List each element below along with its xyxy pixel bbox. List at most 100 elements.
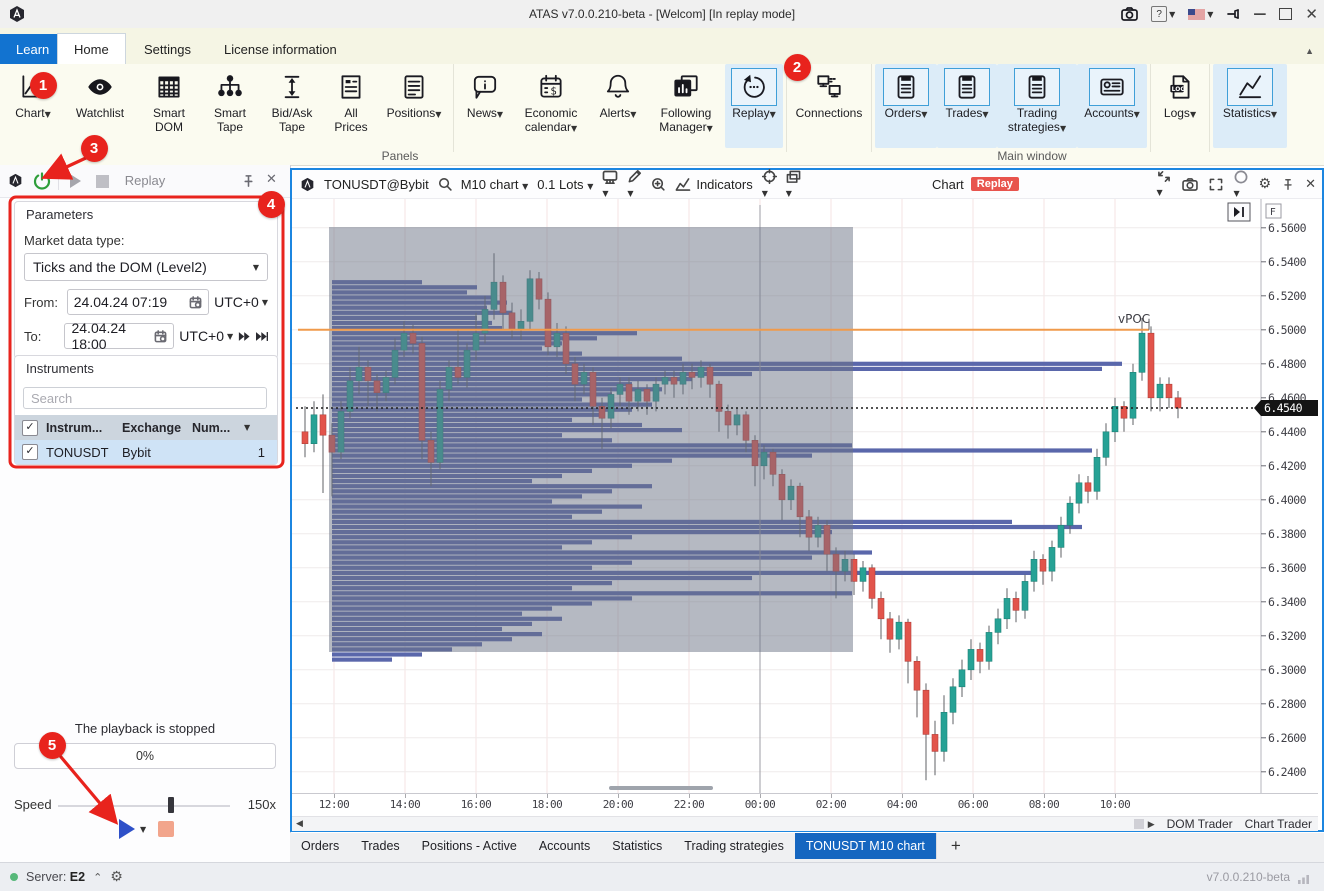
tab-learn[interactable]: Learn: [0, 34, 65, 64]
chart-button[interactable]: Chart▼: [4, 64, 62, 148]
fullscreen-icon[interactable]: [1209, 178, 1223, 191]
bottom-tab-tonusdt-m10-chart[interactable]: TONUSDT M10 chart: [795, 833, 936, 859]
to-timezone-value: UTC+0: [179, 328, 224, 344]
to-timezone-select[interactable]: UTC+0▼: [179, 328, 233, 344]
close-panel-icon[interactable]: ✕: [266, 172, 277, 187]
close-chart-icon[interactable]: ✕: [1305, 177, 1316, 192]
pin-window-icon[interactable]: [1226, 7, 1240, 21]
dom-trader-button[interactable]: DOM Trader: [1167, 817, 1233, 831]
screenshot-icon[interactable]: [1121, 7, 1138, 21]
economic-calendar-button[interactable]: $ Economic calendar▼: [513, 64, 589, 148]
trading-strategies-button[interactable]: Trading strategies▼: [997, 64, 1077, 148]
alerts-button[interactable]: Alerts▼: [589, 64, 647, 148]
chart-settings-gear-icon[interactable]: ⚙: [1259, 176, 1272, 192]
trader-mode-box-icon[interactable]: [1134, 819, 1144, 829]
column-instrument[interactable]: Instrum...: [46, 421, 122, 435]
zoom-in-button[interactable]: [651, 177, 666, 192]
draw-tool-button[interactable]: ▼: [627, 169, 642, 199]
bottom-tab-trades[interactable]: Trades: [350, 833, 410, 859]
collapse-ribbon-icon[interactable]: ▲: [1305, 46, 1314, 56]
calendar-icon[interactable]: [189, 296, 202, 309]
instrument-checkbox[interactable]: ✓: [22, 444, 38, 460]
scroll-left-icon[interactable]: ◀: [296, 818, 303, 829]
market-data-type-select[interactable]: Ticks and the DOM (Level2)▼: [24, 253, 268, 281]
all-prices-button[interactable]: All Prices: [324, 64, 378, 148]
skip-forward-icon[interactable]: [238, 331, 250, 342]
orders-button[interactable]: Orders▼: [875, 64, 937, 148]
chart-screenshot-icon[interactable]: [1182, 178, 1198, 191]
statistics-button[interactable]: Statistics▼: [1213, 64, 1287, 148]
server-collapse-icon[interactable]: ⌃: [93, 871, 102, 884]
column-number[interactable]: Num...: [192, 421, 244, 435]
chart-scrollbar-row[interactable]: ◀ ▶ DOM Trader Chart Trader: [292, 816, 1318, 831]
positions-button[interactable]: Positions▼: [378, 64, 450, 148]
chart-trader-button[interactable]: Chart Trader: [1245, 817, 1312, 831]
calendar-icon[interactable]: [154, 330, 167, 343]
playback-stop-button[interactable]: [158, 821, 174, 837]
pin-chart-icon[interactable]: [1282, 178, 1294, 191]
smart-dom-button[interactable]: Smart DOM: [138, 64, 200, 148]
time-axis[interactable]: 12:0014:0016:0018:0020:0022:0000:0002:00…: [292, 793, 1318, 816]
column-exchange[interactable]: Exchange: [122, 421, 192, 435]
bottom-tab-positions-active[interactable]: Positions - Active: [411, 833, 528, 859]
playback-progress-bar[interactable]: 0%: [14, 743, 276, 769]
indicators-button[interactable]: Indicators: [675, 177, 752, 192]
bottom-tab-statistics[interactable]: Statistics: [601, 833, 673, 859]
trades-button[interactable]: Trades▼: [937, 64, 997, 148]
bottom-tab-trading-strategies[interactable]: Trading strategies: [673, 833, 795, 859]
bottom-tab-orders[interactable]: Orders: [290, 833, 350, 859]
bid-ask-tape-button[interactable]: Bid/Ask Tape: [260, 64, 324, 148]
chart-symbol[interactable]: TONUSDT@Bybit: [324, 177, 429, 192]
watchlist-button[interactable]: Watchlist: [62, 64, 138, 148]
instrument-row[interactable]: ✓ TONUSDT Bybit 1: [15, 440, 277, 464]
instrument-search-input[interactable]: [23, 387, 267, 409]
pin-panel-icon[interactable]: [242, 174, 255, 188]
news-button[interactable]: News▼: [457, 64, 513, 148]
playback-play-button[interactable]: [117, 818, 136, 840]
timeframe-select[interactable]: M10 chart ▼: [461, 177, 529, 192]
trader-expand-icon[interactable]: ▶: [1148, 819, 1155, 830]
close-window-icon[interactable]: ✕: [1305, 5, 1318, 23]
svg-text:6.5400: 6.5400: [1268, 255, 1307, 269]
speed-slider-track[interactable]: [58, 805, 230, 807]
theme-circle-button[interactable]: ▼: [1234, 170, 1248, 199]
from-timezone-value: UTC+0: [214, 294, 259, 310]
tab-license-information[interactable]: License information: [208, 34, 353, 64]
connections-button[interactable]: Connections: [790, 64, 868, 148]
select-all-checkbox[interactable]: ✓: [22, 420, 38, 436]
following-manager-button[interactable]: Following Manager▼: [647, 64, 725, 148]
tab-home[interactable]: Home: [57, 33, 126, 64]
from-date-input[interactable]: 24.04.24 07:19: [67, 289, 209, 315]
accounts-button[interactable]: Accounts▼: [1077, 64, 1147, 148]
svg-text:6.4400: 6.4400: [1268, 425, 1307, 439]
lots-select[interactable]: 0.1 Lots ▼: [537, 177, 593, 192]
price-axis[interactable]: 6.58006.56006.54006.52006.50006.48006.46…: [1261, 199, 1307, 779]
bottom-tab-accounts[interactable]: Accounts: [528, 833, 601, 859]
dock-button[interactable]: ▼: [1157, 170, 1171, 198]
skip-to-end-icon[interactable]: [256, 331, 268, 342]
instruments-table-header[interactable]: ✓ Instrum... Exchange Num... ▼: [15, 415, 277, 440]
chart-canvas-area[interactable]: vPOC6.58006.56006.54006.52006.50006.4800…: [292, 199, 1318, 793]
speed-slider-thumb[interactable]: [168, 797, 174, 813]
minimize-icon[interactable]: —: [1253, 7, 1266, 22]
to-date-input[interactable]: 24.04.24 18:00: [64, 323, 174, 349]
layout-button[interactable]: ▼: [786, 170, 801, 199]
language-selector[interactable]: ▼: [1188, 9, 1213, 20]
help-menu-button[interactable]: ?▼: [1151, 6, 1175, 22]
smart-tape-button[interactable]: Smart Tape: [200, 64, 260, 148]
chart-hscroll-thumb[interactable]: [609, 786, 713, 790]
logs-button[interactable]: LOG Logs▼: [1154, 64, 1206, 148]
play-options-caret-icon[interactable]: ▼: [140, 825, 146, 834]
from-timezone-select[interactable]: UTC+0▼: [214, 294, 268, 310]
search-icon[interactable]: [438, 177, 452, 191]
chart-canvas[interactable]: vPOC6.58006.56006.54006.52006.50006.4800…: [292, 199, 1318, 793]
tab-settings[interactable]: Settings: [128, 34, 207, 64]
add-tab-button[interactable]: +: [936, 833, 975, 859]
display-mode-button[interactable]: ▼: [602, 170, 618, 199]
crosshair-button[interactable]: ▼: [762, 169, 777, 199]
atas-logo-icon: [300, 177, 315, 192]
replay-button[interactable]: Replay▼: [725, 64, 783, 148]
connection-status-dot: [10, 873, 18, 881]
settings-gear-icon[interactable]: ⚙: [110, 869, 123, 885]
maximize-icon[interactable]: [1279, 8, 1292, 20]
